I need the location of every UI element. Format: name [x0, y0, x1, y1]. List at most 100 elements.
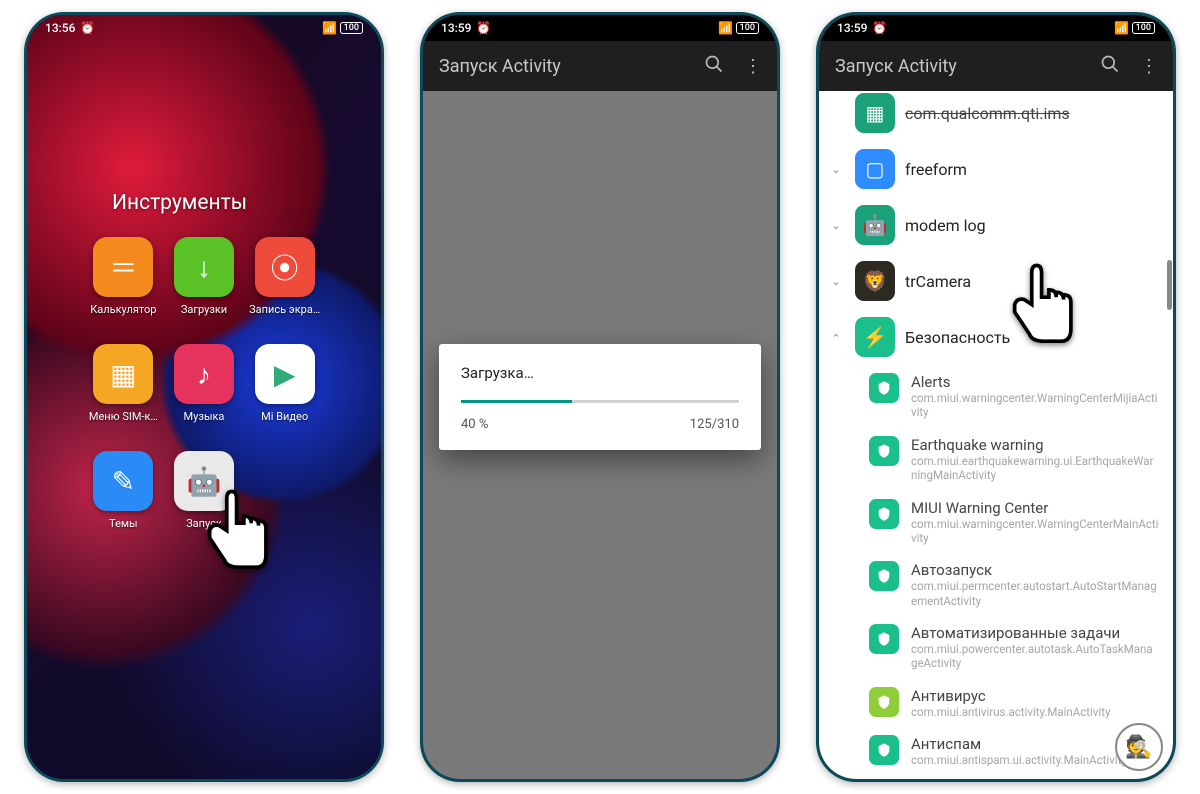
overflow-menu-icon[interactable]: ⋮: [1140, 56, 1157, 77]
activity-class: com.miui.permcenter.autostart.AutoStartM…: [911, 579, 1159, 608]
phone-home: 13:56 ⏰ 📶 100 Инструменты ＝Калькулятор↓З…: [24, 12, 384, 782]
app-label: Калькулятор: [90, 303, 156, 316]
activities-list[interactable]: ▦ com.qualcomm.qti.ims ⌄ ▢ freeform ⌄ 🤖 …: [819, 91, 1173, 776]
shield-icon: [869, 687, 899, 717]
app-icon: 🦁: [855, 261, 895, 301]
app-icon: ↓: [174, 237, 234, 297]
battery-level: 100: [340, 22, 363, 35]
alarm-icon: ⏰: [477, 22, 489, 34]
app-bar: Запуск Activity ⋮: [819, 41, 1173, 91]
app-[interactable]: ♪ Музыка: [168, 344, 241, 423]
app-[interactable]: ＝ Калькулятор: [87, 237, 160, 316]
shield-icon: [869, 436, 899, 466]
list-item[interactable]: ⌄ 🤖 modem log: [819, 197, 1173, 253]
app-label: Темы: [109, 517, 138, 530]
activity-title: Антивирус: [911, 687, 1159, 705]
activity-title: Alerts: [911, 373, 1159, 391]
status-time: 13:59: [441, 21, 471, 35]
app-icon: ▦: [855, 93, 895, 133]
shield-icon: [869, 499, 899, 529]
app-icon: 🤖: [855, 205, 895, 245]
signal-icon: 📶: [720, 22, 732, 34]
progress-bar: [461, 400, 739, 403]
app-label: Запись экра…: [249, 303, 320, 316]
list-item[interactable]: ⌄ ▢ freeform: [819, 141, 1173, 197]
activity-item[interactable]: Автоматизированные задачи com.miui.power…: [819, 616, 1173, 679]
shield-icon: [869, 373, 899, 403]
shield-icon: ⚡: [855, 317, 895, 357]
shield-icon: [869, 735, 899, 765]
chevron-up-icon: ⌄: [827, 331, 845, 344]
app-[interactable]: ⦿ Запись экра…: [248, 237, 321, 316]
activity-item[interactable]: MIUI Warning Center com.miui.warningcent…: [819, 491, 1173, 554]
app-label: Меню SIM-к…: [89, 410, 158, 423]
activity-class: com.miui.antivirus.activity.MainActivity: [911, 705, 1159, 719]
alarm-icon: ⏰: [81, 22, 93, 34]
appbar-title: Запуск Activity: [439, 56, 561, 77]
signal-icon: 📶: [1116, 22, 1128, 34]
app-icon: ♪: [174, 344, 234, 404]
home-screen: 13:56 ⏰ 📶 100 Инструменты ＝Калькулятор↓З…: [27, 15, 381, 779]
activity-item[interactable]: Alerts com.miui.warningcenter.WarningCen…: [819, 365, 1173, 428]
status-bar: 13:59 ⏰ 📶 100: [819, 15, 1173, 41]
security-subitems: Alerts com.miui.warningcenter.WarningCen…: [819, 365, 1173, 776]
app-icon: ＝: [93, 237, 153, 297]
list-item-truncated[interactable]: ▦ com.qualcomm.qti.ims: [819, 91, 1173, 141]
status-time: 13:56: [45, 21, 75, 35]
chevron-down-icon: ⌄: [827, 275, 845, 288]
signal-icon: 📶: [324, 22, 336, 34]
chevron-down-icon: ⌄: [827, 163, 845, 176]
list-item-label: trCamera: [905, 272, 971, 291]
progress-count: 125/310: [690, 417, 739, 432]
battery-level: 100: [736, 22, 759, 35]
list-item-security[interactable]: ⌄ ⚡ Безопасность: [819, 309, 1173, 365]
dialog-title: Загрузка…: [461, 364, 739, 382]
search-icon[interactable]: [704, 54, 724, 78]
phone-loading: 13:59 ⏰ 📶 100 Запуск Activity ⋮ Загрузка…: [420, 12, 780, 782]
app-label: Музыка: [184, 410, 225, 423]
activity-item[interactable]: Автозапуск com.miui.permcenter.autostart…: [819, 553, 1173, 616]
app-[interactable]: 🤖 Запуск: [168, 451, 241, 530]
activity-class: com.miui.warningcenter.WarningCenterMain…: [911, 517, 1159, 546]
progress-percent: 40 %: [461, 417, 488, 432]
overflow-menu-icon[interactable]: ⋮: [744, 56, 761, 77]
phone-activity-list: 13:59 ⏰ 📶 100 Запуск Activity ⋮ ▦ com.qu…: [816, 12, 1176, 782]
app-grid: ＝ Калькулятор ↓Загрузки⦿ Запись экра… ▦ Меню …: [27, 237, 381, 530]
alarm-icon: ⏰: [873, 22, 885, 34]
list-item[interactable]: ⌄ 🦁 trCamera: [819, 253, 1173, 309]
activity-title: Автоматизированные задачи: [911, 624, 1159, 642]
app-mi[interactable]: ▶Mi Видео: [248, 344, 321, 423]
list-item-label: com.qualcomm.qti.ims: [905, 104, 1070, 123]
app-icon: 🤖: [174, 451, 234, 511]
status-time: 13:59: [837, 21, 867, 35]
activity-title: Earthquake warning: [911, 436, 1159, 454]
app-icon: ⦿: [255, 237, 315, 297]
search-icon[interactable]: [1100, 54, 1120, 78]
progress-fill: [461, 400, 572, 403]
status-bar: 13:56 ⏰ 📶 100: [27, 15, 381, 41]
app-bar: Запуск Activity ⋮: [423, 41, 777, 91]
activity-class: com.miui.earthquakewarning.ui.Earthquake…: [911, 454, 1159, 483]
app-label: Запуск: [186, 517, 222, 530]
shield-icon: [869, 624, 899, 654]
list-item-label: freeform: [905, 160, 967, 179]
activity-class: com.miui.warningcenter.WarningCenterMiji…: [911, 391, 1159, 420]
app-icon: ▢: [855, 149, 895, 189]
app-label: Mi Видео: [261, 410, 308, 423]
activity-item[interactable]: Антивирус com.miui.antivirus.activity.Ma…: [819, 679, 1173, 727]
app-sim[interactable]: ▦ Меню SIM-к…: [87, 344, 160, 423]
app-[interactable]: ↓Загрузки: [168, 237, 241, 316]
scrollbar-thumb[interactable]: [1167, 260, 1172, 310]
activity-item[interactable]: Earthquake warning com.miui.earthquakewa…: [819, 428, 1173, 491]
list-item-label: modem log: [905, 216, 986, 235]
app-icon: ✎: [93, 451, 153, 511]
status-bar: 13:59 ⏰ 📶 100: [423, 15, 777, 41]
chevron-down-icon: ⌄: [827, 219, 845, 232]
app-icon: ▦: [93, 344, 153, 404]
activity-class: com.miui.powercenter.autotask.AutoTaskMa…: [911, 642, 1159, 671]
loading-screen: 13:59 ⏰ 📶 100 Запуск Activity ⋮ Загрузка…: [423, 15, 777, 779]
watermark-badge: 🕵️: [1115, 723, 1163, 771]
app-[interactable]: ✎ Темы: [87, 451, 160, 530]
battery-level: 100: [1132, 22, 1155, 35]
shield-icon: [869, 561, 899, 591]
